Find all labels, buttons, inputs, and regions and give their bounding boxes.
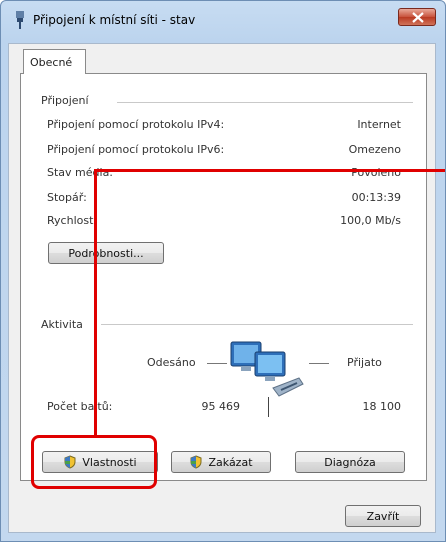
media-state-value: Povoleno: [351, 166, 401, 179]
details-button[interactable]: Podrobnosti...: [48, 242, 164, 264]
duration-label: Stopář:: [47, 191, 87, 204]
diagnose-button[interactable]: Diagnóza: [295, 451, 405, 473]
ipv6-label: Připojení pomocí protokolu IPv6:: [47, 143, 225, 156]
media-state-label: Stav média:: [47, 166, 114, 179]
close-window-button[interactable]: [398, 8, 436, 26]
connection-group-label: Připojení: [41, 94, 95, 107]
network-plug-icon: [16, 11, 24, 29]
close-button[interactable]: Zavřít: [345, 505, 421, 527]
disable-button[interactable]: Zakázat: [171, 451, 271, 473]
tab-panel: Připojení Připojení pomocí protokolu IPv…: [20, 73, 427, 481]
bytes-sent-value: 95 469: [201, 400, 241, 413]
speed-label: Rychlost:: [47, 214, 98, 227]
sent-dash: [207, 363, 227, 364]
ipv4-value: Internet: [357, 118, 401, 131]
close-icon: [412, 12, 424, 23]
annotation-vertical-line: [94, 169, 97, 435]
disable-label: Zakázat: [208, 455, 253, 469]
ipv6-value: Omezeno: [348, 143, 401, 156]
window-title: Připojení k místní síti - stav: [33, 13, 196, 27]
network-computers-icon: [230, 341, 304, 397]
bytes-label: Počet bajtů:: [47, 400, 113, 413]
bytes-received-value: 18 100: [362, 400, 402, 413]
bytes-separator: [268, 397, 269, 417]
uac-shield-icon: [190, 455, 202, 469]
speed-value: 100,0 Mb/s: [340, 214, 401, 227]
sent-label: Odesáno: [147, 356, 196, 369]
annotation-horizontal-line: [94, 169, 445, 172]
tab-general[interactable]: Obecné: [23, 49, 86, 74]
received-label: Přijato: [347, 356, 382, 369]
activity-group-label: Aktivita: [41, 318, 89, 331]
duration-value: 00:13:39: [351, 191, 401, 204]
received-dash: [309, 363, 329, 364]
activity-group-divider: [101, 324, 413, 325]
ipv4-label: Připojení pomocí protokolu IPv4:: [47, 118, 225, 131]
connection-group-divider: [117, 102, 413, 103]
annotation-highlight-box: [31, 435, 157, 489]
titlebar[interactable]: Připojení k místní síti - stav: [1, 1, 445, 39]
